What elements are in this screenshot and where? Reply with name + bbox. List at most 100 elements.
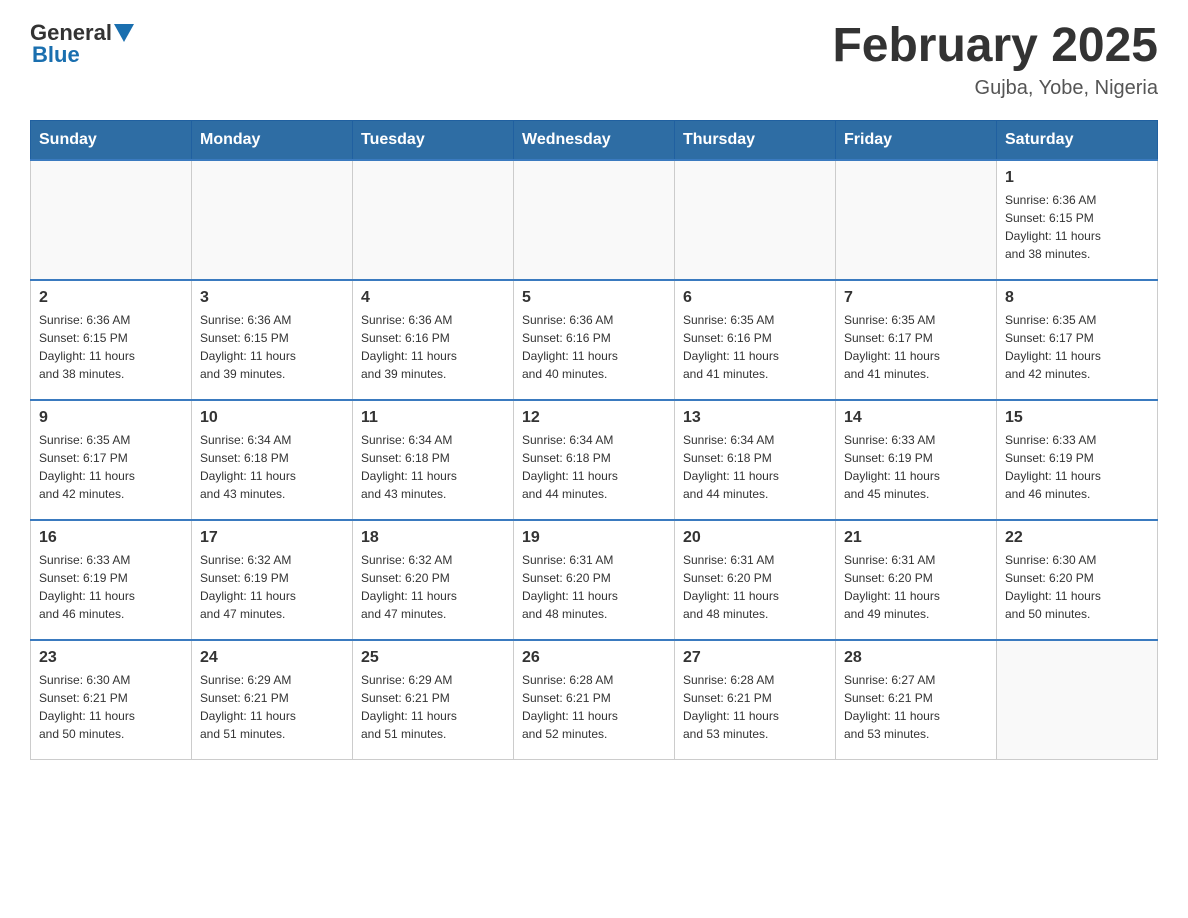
day-cell (31, 160, 192, 280)
day-number: 4 (361, 289, 505, 307)
day-info: Sunrise: 6:34 AMSunset: 6:18 PMDaylight:… (683, 431, 827, 503)
day-info: Sunrise: 6:32 AMSunset: 6:19 PMDaylight:… (200, 551, 344, 623)
week-row-2: 2Sunrise: 6:36 AMSunset: 6:15 PMDaylight… (31, 280, 1158, 400)
day-cell: 27 Sunrise: 6:28 AMSunset: 6:21 PMDayligh… (675, 640, 836, 760)
title-block: February 2025 Gujba, Yobe, Nigeria (832, 20, 1158, 100)
logo-blue: Blue (32, 42, 80, 68)
day-info: Sunrise: 6:34 AMSunset: 6:18 PMDaylight:… (361, 431, 505, 503)
day-cell: 12Sunrise: 6:34 AMSunset: 6:18 PMDayligh… (514, 400, 675, 520)
day-info: Sunrise: 6:35 AMSunset: 6:17 PMDaylight:… (844, 311, 988, 383)
day-cell: 23 Sunrise: 6:30 AMSunset: 6:21 PMDayligh… (31, 640, 192, 760)
day-number: 13 (683, 409, 827, 427)
day-cell: 10 Sunrise: 6:34 AMSunset: 6:18 PMDayligh… (192, 400, 353, 520)
day-cell: 22 Sunrise: 6:30 AMSunset: 6:20 PMDayligh… (997, 520, 1158, 640)
day-info: Sunrise: 6:32 AMSunset: 6:20 PMDaylight:… (361, 551, 505, 623)
day-cell: 1 Sunrise: 6:36 AMSunset: 6:15 PMDaylight… (997, 160, 1158, 280)
logo: General Blue (30, 20, 134, 68)
day-cell: 21Sunrise: 6:31 AMSunset: 6:20 PMDayligh… (836, 520, 997, 640)
weekday-header-sunday: Sunday (31, 120, 192, 160)
day-info: Sunrise: 6:28 AMSunset: 6:21 PMDaylight:… (683, 671, 827, 743)
day-cell: 9 Sunrise: 6:35 AMSunset: 6:17 PMDaylight… (31, 400, 192, 520)
day-info: Sunrise: 6:35 AMSunset: 6:17 PMDaylight:… (1005, 311, 1149, 383)
day-info: Sunrise: 6:36 AMSunset: 6:16 PMDaylight:… (522, 311, 666, 383)
day-cell: 2Sunrise: 6:36 AMSunset: 6:15 PMDaylight… (31, 280, 192, 400)
day-info: Sunrise: 6:35 AMSunset: 6:17 PMDaylight:… (39, 431, 183, 503)
day-info: Sunrise: 6:31 AMSunset: 6:20 PMDaylight:… (522, 551, 666, 623)
day-cell (514, 160, 675, 280)
day-cell: 25Sunrise: 6:29 AMSunset: 6:21 PMDayligh… (353, 640, 514, 760)
day-cell: 17 Sunrise: 6:32 AMSunset: 6:19 PMDayligh… (192, 520, 353, 640)
day-number: 9 (39, 409, 183, 427)
day-cell: 15 Sunrise: 6:33 AMSunset: 6:19 PMDayligh… (997, 400, 1158, 520)
day-number: 10 (200, 409, 344, 427)
day-number: 5 (522, 289, 666, 307)
day-number: 19 (522, 529, 666, 547)
day-number: 11 (361, 409, 505, 427)
day-number: 16 (39, 529, 183, 547)
weekday-header-tuesday: Tuesday (353, 120, 514, 160)
day-number: 14 (844, 409, 988, 427)
day-number: 1 (1005, 169, 1149, 187)
logo-triangle-icon (114, 24, 134, 42)
day-info: Sunrise: 6:33 AMSunset: 6:19 PMDaylight:… (844, 431, 988, 503)
day-number: 7 (844, 289, 988, 307)
day-cell: 11 Sunrise: 6:34 AMSunset: 6:18 PMDayligh… (353, 400, 514, 520)
day-info: Sunrise: 6:30 AMSunset: 6:21 PMDaylight:… (39, 671, 183, 743)
day-info: Sunrise: 6:27 AMSunset: 6:21 PMDaylight:… (844, 671, 988, 743)
calendar-table: SundayMondayTuesdayWednesdayThursdayFrid… (30, 120, 1158, 761)
day-info: Sunrise: 6:29 AMSunset: 6:21 PMDaylight:… (361, 671, 505, 743)
day-number: 6 (683, 289, 827, 307)
weekday-header-saturday: Saturday (997, 120, 1158, 160)
day-cell: 28 Sunrise: 6:27 AMSunset: 6:21 PMDayligh… (836, 640, 997, 760)
day-info: Sunrise: 6:33 AMSunset: 6:19 PMDaylight:… (39, 551, 183, 623)
week-row-3: 9 Sunrise: 6:35 AMSunset: 6:17 PMDaylight… (31, 400, 1158, 520)
day-cell: 24Sunrise: 6:29 AMSunset: 6:21 PMDayligh… (192, 640, 353, 760)
day-number: 8 (1005, 289, 1149, 307)
day-cell (997, 640, 1158, 760)
weekday-header-monday: Monday (192, 120, 353, 160)
day-number: 24 (200, 649, 344, 667)
day-info: Sunrise: 6:28 AMSunset: 6:21 PMDaylight:… (522, 671, 666, 743)
day-cell: 16 Sunrise: 6:33 AMSunset: 6:19 PMDayligh… (31, 520, 192, 640)
day-cell: 19 Sunrise: 6:31 AMSunset: 6:20 PMDayligh… (514, 520, 675, 640)
day-cell (675, 160, 836, 280)
day-number: 20 (683, 529, 827, 547)
day-cell (192, 160, 353, 280)
day-cell: 20 Sunrise: 6:31 AMSunset: 6:20 PMDayligh… (675, 520, 836, 640)
day-info: Sunrise: 6:31 AMSunset: 6:20 PMDaylight:… (683, 551, 827, 623)
day-number: 22 (1005, 529, 1149, 547)
day-number: 15 (1005, 409, 1149, 427)
day-info: Sunrise: 6:36 AMSunset: 6:15 PMDaylight:… (200, 311, 344, 383)
day-number: 18 (361, 529, 505, 547)
day-cell: 4Sunrise: 6:36 AMSunset: 6:16 PMDaylight… (353, 280, 514, 400)
day-number: 26 (522, 649, 666, 667)
day-cell: 6 Sunrise: 6:35 AMSunset: 6:16 PMDaylight… (675, 280, 836, 400)
day-cell: 13 Sunrise: 6:34 AMSunset: 6:18 PMDayligh… (675, 400, 836, 520)
page-header: General Blue February 2025 Gujba, Yobe, … (30, 20, 1158, 100)
day-number: 3 (200, 289, 344, 307)
day-info: Sunrise: 6:36 AMSunset: 6:15 PMDaylight:… (1005, 191, 1149, 263)
day-info: Sunrise: 6:30 AMSunset: 6:20 PMDaylight:… (1005, 551, 1149, 623)
day-cell: 14 Sunrise: 6:33 AMSunset: 6:19 PMDayligh… (836, 400, 997, 520)
calendar-subtitle: Gujba, Yobe, Nigeria (832, 77, 1158, 100)
day-cell (836, 160, 997, 280)
day-cell: 18 Sunrise: 6:32 AMSunset: 6:20 PMDayligh… (353, 520, 514, 640)
week-row-5: 23 Sunrise: 6:30 AMSunset: 6:21 PMDayligh… (31, 640, 1158, 760)
day-number: 27 (683, 649, 827, 667)
day-cell: 8 Sunrise: 6:35 AMSunset: 6:17 PMDaylight… (997, 280, 1158, 400)
day-cell (353, 160, 514, 280)
weekday-header-friday: Friday (836, 120, 997, 160)
day-cell: 7 Sunrise: 6:35 AMSunset: 6:17 PMDaylight… (836, 280, 997, 400)
day-number: 28 (844, 649, 988, 667)
day-cell: 3 Sunrise: 6:36 AMSunset: 6:15 PMDaylight… (192, 280, 353, 400)
weekday-header-thursday: Thursday (675, 120, 836, 160)
day-number: 21 (844, 529, 988, 547)
day-info: Sunrise: 6:35 AMSunset: 6:16 PMDaylight:… (683, 311, 827, 383)
calendar-title: February 2025 (832, 20, 1158, 73)
day-info: Sunrise: 6:33 AMSunset: 6:19 PMDaylight:… (1005, 431, 1149, 503)
day-number: 23 (39, 649, 183, 667)
calendar-header: SundayMondayTuesdayWednesdayThursdayFrid… (31, 120, 1158, 160)
day-number: 17 (200, 529, 344, 547)
day-info: Sunrise: 6:34 AMSunset: 6:18 PMDaylight:… (200, 431, 344, 503)
day-info: Sunrise: 6:36 AMSunset: 6:15 PMDaylight:… (39, 311, 183, 383)
